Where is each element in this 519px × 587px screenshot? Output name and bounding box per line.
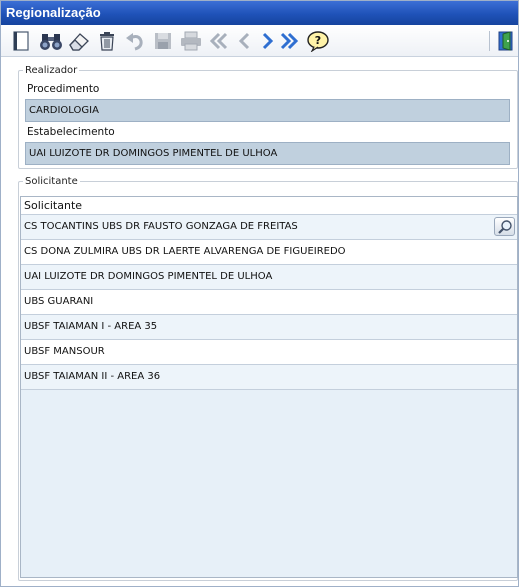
exit-door-icon[interactable] <box>493 29 517 53</box>
new-icon[interactable] <box>9 29 33 53</box>
table-row[interactable]: UAI LUIZOTE DR DOMINGOS PIMENTEL DE ULHO… <box>21 265 517 290</box>
first-record-icon[interactable] <box>207 29 231 53</box>
previous-record-icon[interactable] <box>233 29 257 53</box>
eraser-icon[interactable] <box>67 29 91 53</box>
svg-text:?: ? <box>315 34 321 47</box>
save-icon[interactable] <box>151 29 175 53</box>
help-icon[interactable]: ? <box>306 29 330 53</box>
table-row[interactable]: UBS GUARANI <box>21 290 517 315</box>
row-text: UBSF MANSOUR <box>24 346 105 357</box>
table-row[interactable]: CS DONA ZULMIRA UBS DR LAERTE ALVARENGA … <box>21 240 517 265</box>
realizador-legend: Realizador <box>25 65 78 76</box>
row-text: UBSF TAIAMAN II - AREA 36 <box>24 371 161 382</box>
table-row[interactable]: CS TOCANTINS UBS DR FAUSTO GONZAGA DE FR… <box>21 215 517 240</box>
estabelecimento-field[interactable]: UAI LUIZOTE DR DOMINGOS PIMENTEL DE ULHO… <box>25 142 510 165</box>
trash-icon[interactable] <box>95 29 119 53</box>
undo-icon[interactable] <box>123 29 147 53</box>
last-record-icon[interactable] <box>277 29 301 53</box>
solicitante-legend: Solicitante <box>25 176 78 187</box>
row-text: CS TOCANTINS UBS DR FAUSTO GONZAGA DE FR… <box>24 221 298 232</box>
toolbar: ? <box>1 25 518 57</box>
toolbar-separator <box>489 31 490 51</box>
window: Regionalização ? Realizador Procedimento… <box>0 0 519 587</box>
table-row[interactable]: UBSF TAIAMAN II - AREA 36 <box>21 365 517 390</box>
window-title: Regionalização <box>1 1 518 25</box>
row-text: UAI LUIZOTE DR DOMINGOS PIMENTEL DE ULHO… <box>24 271 273 282</box>
procedimento-label: Procedimento <box>27 83 100 95</box>
row-text: UBS GUARANI <box>24 296 94 307</box>
print-icon[interactable] <box>179 29 203 53</box>
procedimento-field[interactable]: CARDIOLOGIA <box>25 99 510 122</box>
binoculars-search-icon[interactable] <box>39 29 63 53</box>
solicitante-grid: Solicitante CS TOCANTINS UBS DR FAUSTO G… <box>20 196 518 578</box>
next-record-icon[interactable] <box>255 29 279 53</box>
magnifier-icon <box>497 219 512 234</box>
row-text: CS DONA ZULMIRA UBS DR LAERTE ALVARENGA … <box>24 246 346 257</box>
grid-column-header[interactable]: Solicitante <box>21 197 517 215</box>
table-row[interactable]: UBSF MANSOUR <box>21 340 517 365</box>
row-text: UBSF TAIAMAN I - AREA 35 <box>24 321 158 332</box>
estabelecimento-label: Estabelecimento <box>27 126 115 138</box>
lookup-button[interactable] <box>494 217 515 236</box>
table-row[interactable]: UBSF TAIAMAN I - AREA 35 <box>21 315 517 340</box>
